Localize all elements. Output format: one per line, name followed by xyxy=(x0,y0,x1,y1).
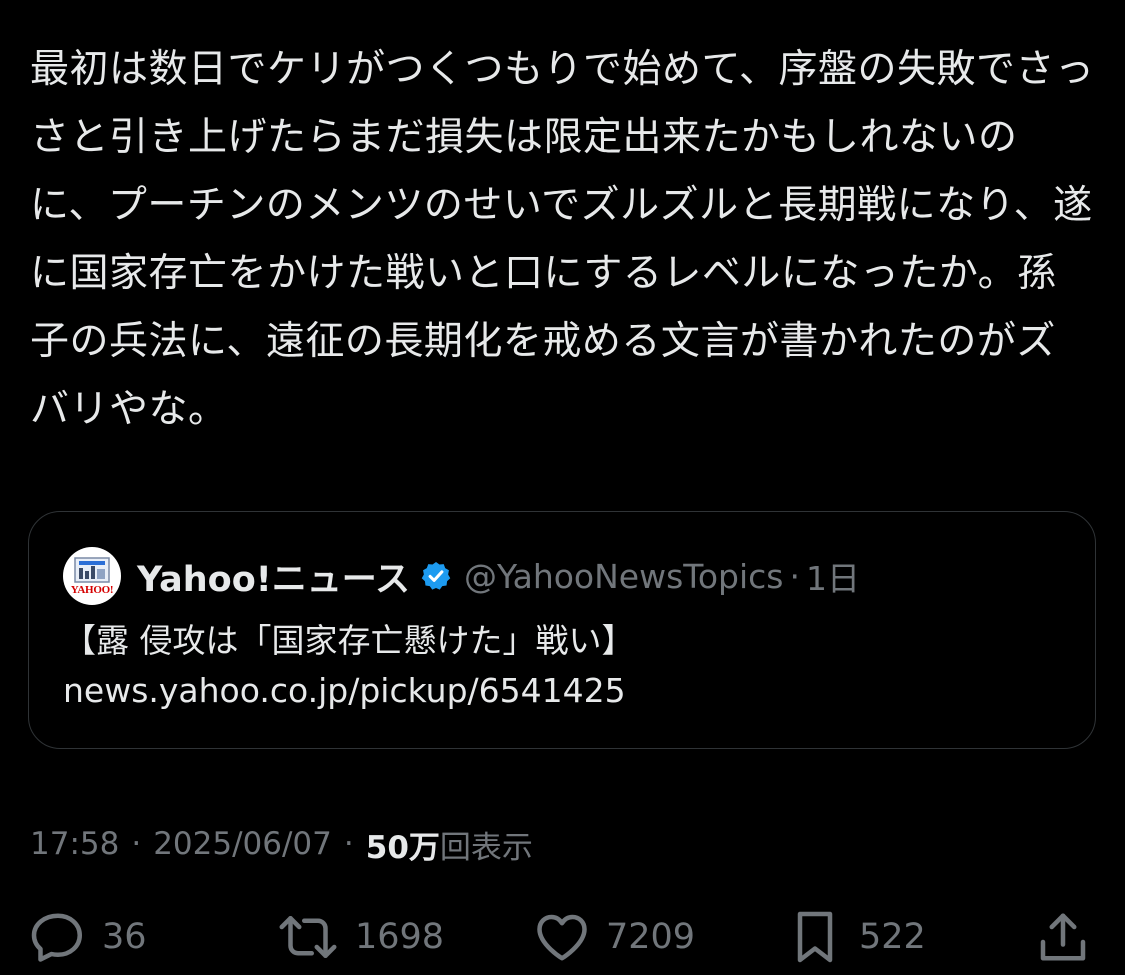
verified-badge-icon xyxy=(421,562,451,590)
quoted-tweet-time[interactable]: 1日 xyxy=(806,552,860,600)
like-button[interactable]: 7209 xyxy=(532,905,695,969)
action-bar: 36 1698 7209 522 xyxy=(0,905,1125,969)
repost-icon xyxy=(279,916,337,958)
quoted-tweet-body: 【露 侵攻は「国家存亡懸けた」戦い】 news.yahoo.co.jp/pick… xyxy=(63,616,635,716)
quoted-tweet-header: YAHOO! Yahoo!ニュース @YahooNewsTopics · 1日 xyxy=(63,546,860,606)
tweet-date[interactable]: 2025/06/07 xyxy=(153,826,332,862)
quoted-author-name[interactable]: Yahoo!ニュース xyxy=(137,551,410,602)
tweet-meta: 17:58 · 2025/06/07 · 50万 回表示 xyxy=(30,820,533,868)
bookmark-icon xyxy=(797,911,833,963)
tweet-text: 最初は数日でケリがつくつもりで始めて、序盤の失敗でさっさと引き上げたらまだ損失は… xyxy=(30,47,1095,432)
heart-icon xyxy=(537,914,587,961)
bookmark-button[interactable]: 522 xyxy=(785,905,926,969)
views-count: 50万 xyxy=(365,829,440,866)
quoted-author-handle[interactable]: @YahooNewsTopics xyxy=(464,557,784,596)
share-button[interactable] xyxy=(1033,905,1093,969)
avatar-logo-text: YAHOO! xyxy=(70,583,114,596)
quoted-tweet-card[interactable]: YAHOO! Yahoo!ニュース @YahooNewsTopics · 1日 … xyxy=(28,511,1096,749)
header-separator: · xyxy=(789,556,800,596)
repost-count: 1698 xyxy=(355,917,445,957)
quoted-tweet-headline: 【露 侵攻は「国家存亡懸けた」戦い】 xyxy=(63,621,635,660)
tweet-time[interactable]: 17:58 xyxy=(30,826,119,862)
like-count: 7209 xyxy=(606,917,696,957)
reply-button[interactable]: 36 xyxy=(28,905,147,969)
repost-button[interactable]: 1698 xyxy=(275,905,444,969)
meta-separator: · xyxy=(343,826,354,862)
reply-count: 36 xyxy=(102,917,147,957)
newspaper-icon xyxy=(74,556,110,583)
quoted-tweet-link[interactable]: news.yahoo.co.jp/pickup/6541425 xyxy=(63,666,635,716)
bookmark-count: 522 xyxy=(859,917,926,957)
meta-separator: · xyxy=(131,826,142,862)
share-icon xyxy=(1040,913,1086,961)
reply-icon xyxy=(31,913,82,962)
views-label: 回表示 xyxy=(439,829,533,866)
avatar[interactable]: YAHOO! xyxy=(63,547,121,605)
